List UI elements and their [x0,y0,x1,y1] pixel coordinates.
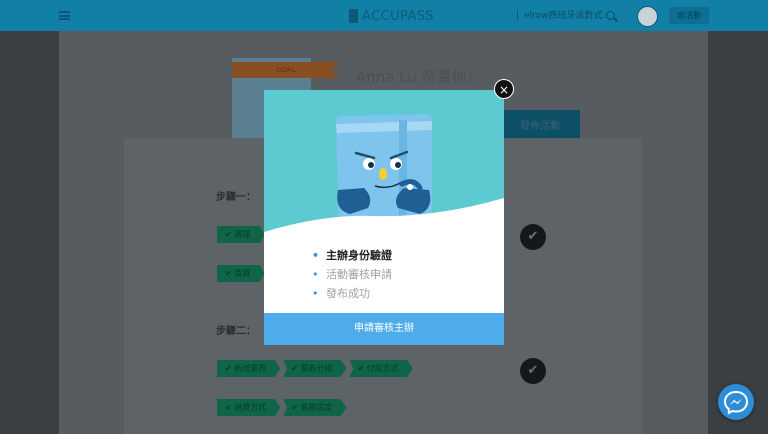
chip-ticket-group[interactable]: ✔ 票券分組 [283,360,347,377]
step-two-check-icon: ✔ [520,358,546,384]
step-two-chips-row2: ✔ 退費方式 ✔ 進階設定 [217,399,347,416]
search-icon[interactable] [606,11,615,20]
search-input[interactable]: elrow西班牙派對式... [517,8,620,24]
goal-ribbon: GOAL [232,62,340,78]
top-navigation: ACCUPASS elrow西班牙派對式... 辦活動 [0,0,768,31]
step-one-title: 步驟一： [216,192,256,203]
avatar[interactable] [637,6,658,27]
chip-select[interactable]: ✔ 選擇 [217,226,265,243]
step-two-chips-row1: ✔ 新增票券 ✔ 票券分組 ✔ 付款方式 [217,360,413,377]
modal-hero [264,90,504,244]
chip-buy[interactable]: ✔ 喜買 [217,265,265,282]
verification-steps: 主辦身份驗證 活動審核申請 發布成功 [312,246,392,303]
step-one-chips-row1: ✔ 選擇 [217,226,265,243]
step-two-title: 步驟二： [216,326,256,337]
step-item-review: 活動審核申請 [312,265,392,284]
step-item-publish: 發布成功 [312,284,392,303]
chip-payment[interactable]: ✔ 付款方式 [349,360,413,377]
apply-review-button[interactable]: 申請審核主辦 [264,313,504,345]
step-item-verify: 主辦身份驗證 [312,246,392,265]
chip-add-ticket[interactable]: ✔ 新增票券 [217,360,281,377]
logo-mark-icon [349,9,358,23]
hero-wave [264,198,504,244]
create-event-button[interactable]: 辦活動 [669,7,709,24]
messenger-icon [723,390,749,415]
hamburger-icon[interactable] [59,11,70,20]
search-value: elrow西班牙派對式... [524,11,611,21]
organizer-verification-modal: 主辦身份驗證 活動審核申請 發布成功 申請審核主辦 [264,90,504,345]
step-one-check-icon: ✔ [520,224,546,250]
close-icon[interactable]: × [494,79,514,99]
step-one-chips-row2: ✔ 喜買 [217,265,265,282]
accupass-logo[interactable]: ACCUPASS [349,8,434,24]
welcome-heading: Anna Lu 恭喜你！ [356,68,482,86]
messenger-chat-button[interactable] [718,384,754,420]
chip-refund[interactable]: ✔ 退費方式 [217,399,281,416]
chip-advanced[interactable]: ✔ 進階設定 [283,399,347,416]
